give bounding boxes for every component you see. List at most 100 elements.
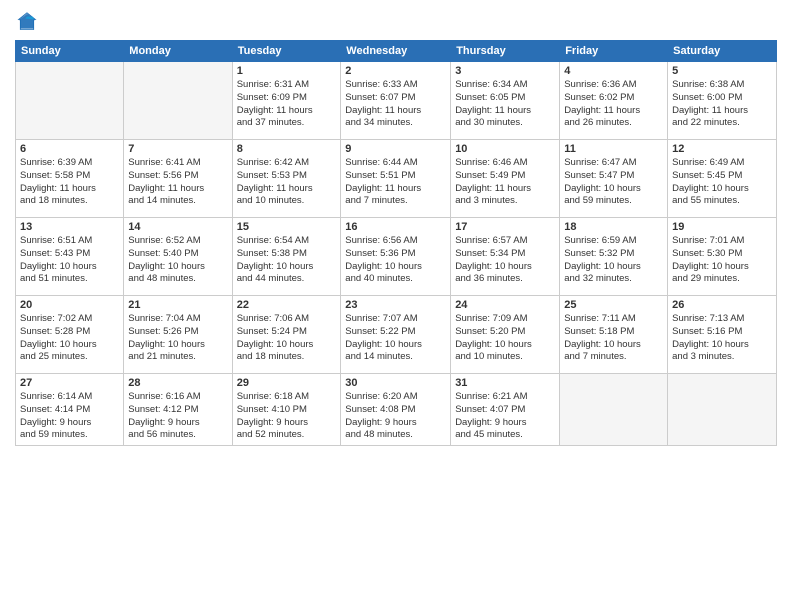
calendar-cell: 25 Sunrise: 7:11 AM Sunset: 5:18 PM Dayli… [560, 296, 668, 374]
day-detail: Sunrise: 6:46 AM Sunset: 5:49 PM Dayligh… [455, 157, 555, 208]
day-detail: Sunrise: 6:57 AM Sunset: 5:34 PM Dayligh… [455, 235, 555, 286]
day-number: 20 [20, 299, 119, 311]
week-row-5: 27 Sunrise: 6:14 AM Sunset: 4:14 PM Dayli… [16, 374, 777, 446]
day-detail: Sunrise: 6:14 AM Sunset: 4:14 PM Dayligh… [20, 391, 119, 442]
calendar-cell [124, 62, 232, 140]
day-detail: Sunrise: 6:54 AM Sunset: 5:38 PM Dayligh… [237, 235, 337, 286]
week-row-4: 20 Sunrise: 7:02 AM Sunset: 5:28 PM Dayli… [16, 296, 777, 374]
day-number: 9 [345, 143, 446, 155]
weekday-header-saturday: Saturday [668, 41, 777, 62]
day-detail: Sunrise: 7:02 AM Sunset: 5:28 PM Dayligh… [20, 313, 119, 364]
weekday-header-row: SundayMondayTuesdayWednesdayThursdayFrid… [16, 41, 777, 62]
day-detail: Sunrise: 6:51 AM Sunset: 5:43 PM Dayligh… [20, 235, 119, 286]
day-number: 4 [564, 65, 663, 77]
day-number: 2 [345, 65, 446, 77]
day-number: 18 [564, 221, 663, 233]
day-number: 10 [455, 143, 555, 155]
weekday-header-tuesday: Tuesday [232, 41, 341, 62]
calendar-cell: 31 Sunrise: 6:21 AM Sunset: 4:07 PM Dayli… [451, 374, 560, 446]
day-detail: Sunrise: 6:33 AM Sunset: 6:07 PM Dayligh… [345, 79, 446, 130]
day-detail: Sunrise: 7:04 AM Sunset: 5:26 PM Dayligh… [128, 313, 227, 364]
calendar-cell: 26Sunrise: 7:13 AM Sunset: 5:16 PM Dayli… [668, 296, 777, 374]
calendar-cell: 6 Sunrise: 6:39 AM Sunset: 5:58 PM Daylig… [16, 140, 124, 218]
day-detail: Sunrise: 6:31 AM Sunset: 6:09 PM Dayligh… [237, 79, 337, 130]
calendar-cell [668, 374, 777, 446]
calendar-cell [560, 374, 668, 446]
day-number: 31 [455, 377, 555, 389]
calendar-cell: 27 Sunrise: 6:14 AM Sunset: 4:14 PM Dayli… [16, 374, 124, 446]
weekday-header-sunday: Sunday [16, 41, 124, 62]
day-detail: Sunrise: 6:36 AM Sunset: 6:02 PM Dayligh… [564, 79, 663, 130]
day-number: 29 [237, 377, 337, 389]
week-row-1: 1 Sunrise: 6:31 AM Sunset: 6:09 PM Daylig… [16, 62, 777, 140]
day-number: 6 [20, 143, 119, 155]
day-detail: Sunrise: 6:38 AM Sunset: 6:00 PM Dayligh… [672, 79, 772, 130]
calendar-cell: 12Sunrise: 6:49 AM Sunset: 5:45 PM Dayli… [668, 140, 777, 218]
logo-icon [17, 12, 37, 32]
day-number: 23 [345, 299, 446, 311]
day-detail: Sunrise: 6:42 AM Sunset: 5:53 PM Dayligh… [237, 157, 337, 208]
day-number: 14 [128, 221, 227, 233]
day-detail: Sunrise: 6:56 AM Sunset: 5:36 PM Dayligh… [345, 235, 446, 286]
day-number: 15 [237, 221, 337, 233]
calendar-cell [16, 62, 124, 140]
calendar-cell: 5 Sunrise: 6:38 AM Sunset: 6:00 PM Daylig… [668, 62, 777, 140]
day-detail: Sunrise: 6:16 AM Sunset: 4:12 PM Dayligh… [128, 391, 227, 442]
calendar-cell: 2 Sunrise: 6:33 AM Sunset: 6:07 PM Daylig… [341, 62, 451, 140]
calendar-cell: 7Sunrise: 6:41 AM Sunset: 5:56 PM Daylig… [124, 140, 232, 218]
calendar-cell: 17 Sunrise: 6:57 AM Sunset: 5:34 PM Dayli… [451, 218, 560, 296]
calendar-cell: 11 Sunrise: 6:47 AM Sunset: 5:47 PM Dayli… [560, 140, 668, 218]
calendar-cell: 19 Sunrise: 7:01 AM Sunset: 5:30 PM Dayli… [668, 218, 777, 296]
day-detail: Sunrise: 7:11 AM Sunset: 5:18 PM Dayligh… [564, 313, 663, 364]
day-detail: Sunrise: 6:44 AM Sunset: 5:51 PM Dayligh… [345, 157, 446, 208]
day-detail: Sunrise: 7:13 AM Sunset: 5:16 PM Dayligh… [672, 313, 772, 364]
day-number: 16 [345, 221, 446, 233]
calendar-cell: 15 Sunrise: 6:54 AM Sunset: 5:38 PM Dayli… [232, 218, 341, 296]
page: SundayMondayTuesdayWednesdayThursdayFrid… [0, 0, 792, 612]
day-number: 13 [20, 221, 119, 233]
day-detail: Sunrise: 6:59 AM Sunset: 5:32 PM Dayligh… [564, 235, 663, 286]
calendar-cell: 13 Sunrise: 6:51 AM Sunset: 5:43 PM Dayli… [16, 218, 124, 296]
weekday-header-monday: Monday [124, 41, 232, 62]
day-number: 25 [564, 299, 663, 311]
day-number: 8 [237, 143, 337, 155]
week-row-3: 13 Sunrise: 6:51 AM Sunset: 5:43 PM Dayli… [16, 218, 777, 296]
day-number: 19 [672, 221, 772, 233]
weekday-header-wednesday: Wednesday [341, 41, 451, 62]
logo [15, 14, 37, 32]
weekday-header-thursday: Thursday [451, 41, 560, 62]
calendar-cell: 14Sunrise: 6:52 AM Sunset: 5:40 PM Dayli… [124, 218, 232, 296]
calendar-cell: 28Sunrise: 6:16 AM Sunset: 4:12 PM Dayli… [124, 374, 232, 446]
calendar-cell: 24 Sunrise: 7:09 AM Sunset: 5:20 PM Dayli… [451, 296, 560, 374]
calendar-cell: 9 Sunrise: 6:44 AM Sunset: 5:51 PM Daylig… [341, 140, 451, 218]
day-detail: Sunrise: 6:47 AM Sunset: 5:47 PM Dayligh… [564, 157, 663, 208]
calendar-cell: 16 Sunrise: 6:56 AM Sunset: 5:36 PM Dayli… [341, 218, 451, 296]
day-number: 27 [20, 377, 119, 389]
day-detail: Sunrise: 6:21 AM Sunset: 4:07 PM Dayligh… [455, 391, 555, 442]
calendar-cell: 22Sunrise: 7:06 AM Sunset: 5:24 PM Dayli… [232, 296, 341, 374]
day-number: 24 [455, 299, 555, 311]
calendar-cell: 20 Sunrise: 7:02 AM Sunset: 5:28 PM Dayli… [16, 296, 124, 374]
day-detail: Sunrise: 7:01 AM Sunset: 5:30 PM Dayligh… [672, 235, 772, 286]
calendar-cell: 4 Sunrise: 6:36 AM Sunset: 6:02 PM Daylig… [560, 62, 668, 140]
day-detail: Sunrise: 6:39 AM Sunset: 5:58 PM Dayligh… [20, 157, 119, 208]
calendar-cell: 18 Sunrise: 6:59 AM Sunset: 5:32 PM Dayli… [560, 218, 668, 296]
day-detail: Sunrise: 6:18 AM Sunset: 4:10 PM Dayligh… [237, 391, 337, 442]
day-detail: Sunrise: 6:41 AM Sunset: 5:56 PM Dayligh… [128, 157, 227, 208]
calendar-cell: 29 Sunrise: 6:18 AM Sunset: 4:10 PM Dayli… [232, 374, 341, 446]
calendar-cell: 30Sunrise: 6:20 AM Sunset: 4:08 PM Dayli… [341, 374, 451, 446]
calendar-cell: 1 Sunrise: 6:31 AM Sunset: 6:09 PM Daylig… [232, 62, 341, 140]
header [15, 10, 777, 32]
calendar-cell: 3Sunrise: 6:34 AM Sunset: 6:05 PM Daylig… [451, 62, 560, 140]
day-number: 17 [455, 221, 555, 233]
calendar-cell: 21Sunrise: 7:04 AM Sunset: 5:26 PM Dayli… [124, 296, 232, 374]
day-detail: Sunrise: 7:07 AM Sunset: 5:22 PM Dayligh… [345, 313, 446, 364]
day-number: 5 [672, 65, 772, 77]
day-detail: Sunrise: 7:09 AM Sunset: 5:20 PM Dayligh… [455, 313, 555, 364]
day-number: 1 [237, 65, 337, 77]
week-row-2: 6 Sunrise: 6:39 AM Sunset: 5:58 PM Daylig… [16, 140, 777, 218]
weekday-header-friday: Friday [560, 41, 668, 62]
day-number: 11 [564, 143, 663, 155]
calendar-cell: 23 Sunrise: 7:07 AM Sunset: 5:22 PM Dayli… [341, 296, 451, 374]
day-number: 3 [455, 65, 555, 77]
